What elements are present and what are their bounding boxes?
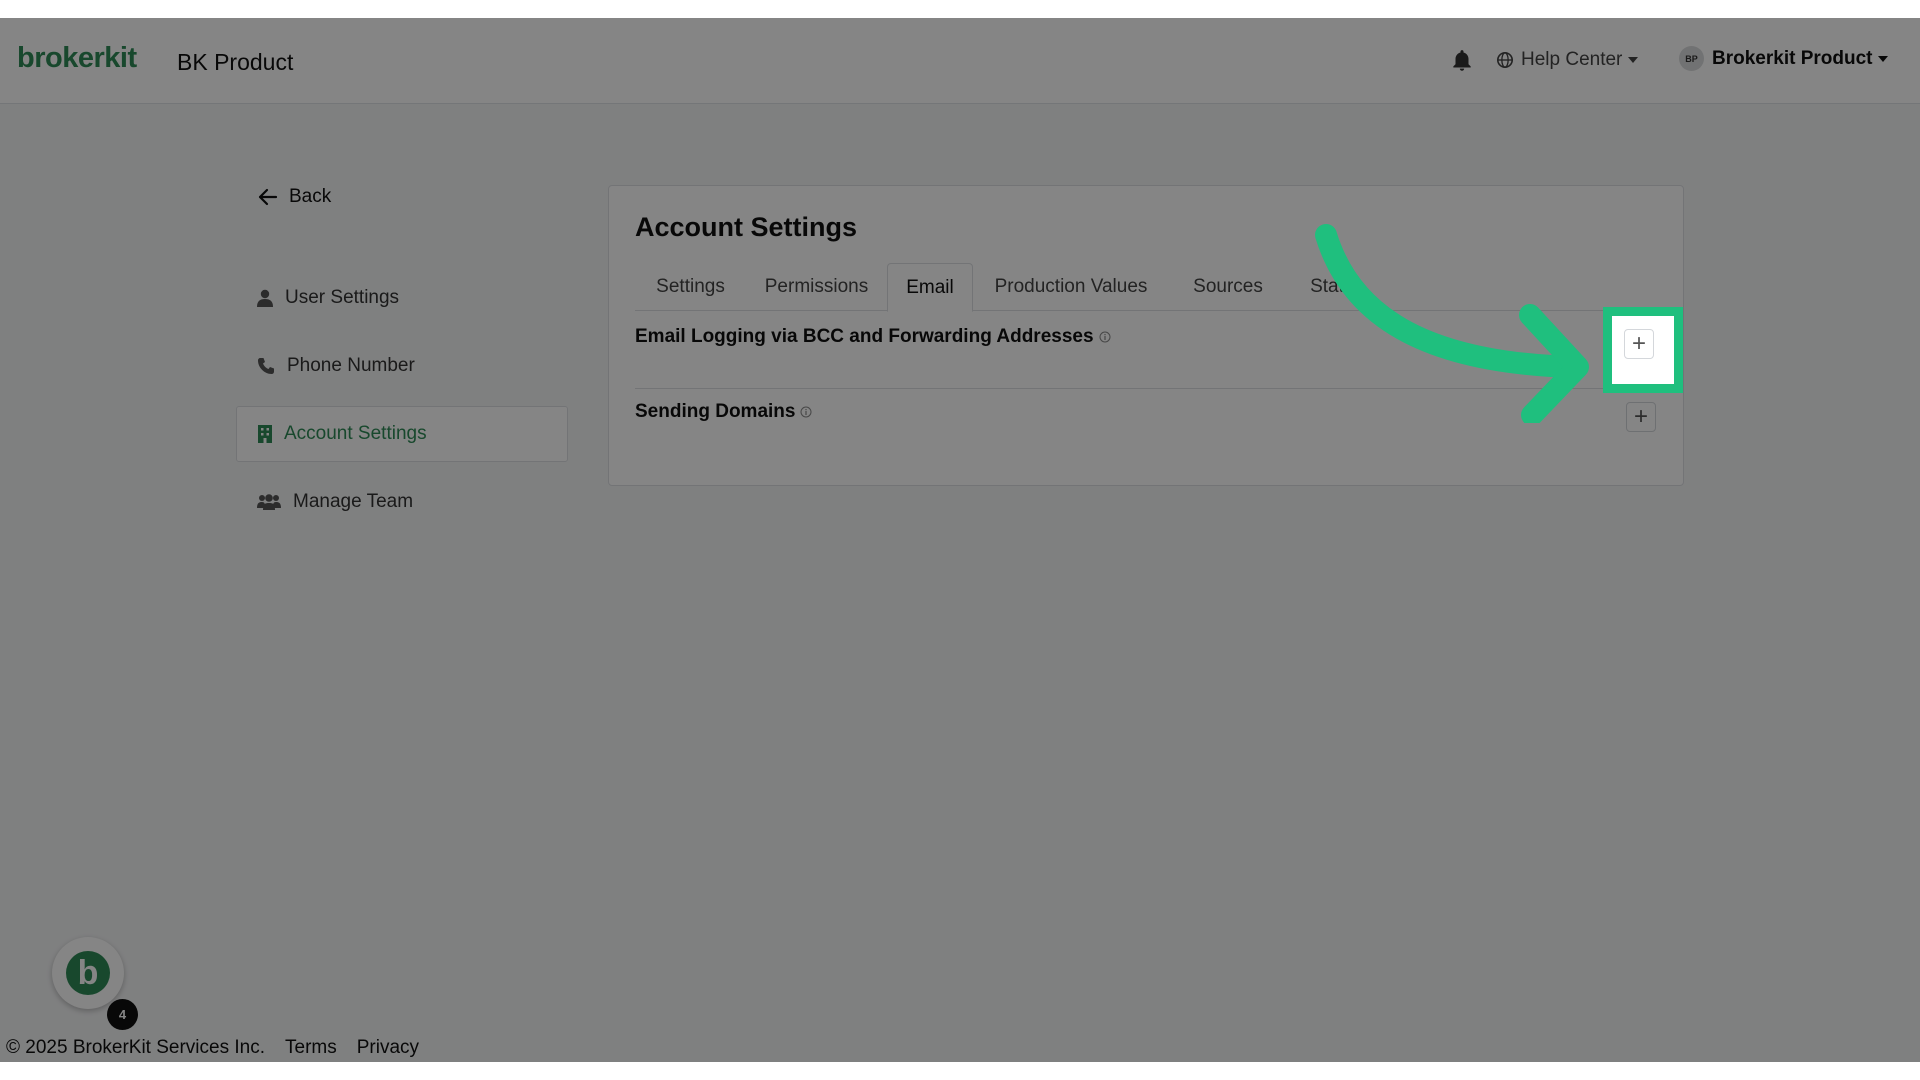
sidebar-item-user-settings[interactable]: User Settings xyxy=(236,270,568,326)
info-icon[interactable] xyxy=(1099,331,1111,343)
section-label: Sending Domains xyxy=(635,401,796,422)
back-label: Back xyxy=(289,186,332,207)
sidebar-item-label: User Settings xyxy=(285,287,400,308)
privacy-link[interactable]: Privacy xyxy=(357,1037,419,1059)
app-screen: brokerkit BK Product Help Center BP Brok… xyxy=(0,18,1920,1062)
chevron-down-icon xyxy=(1628,57,1639,63)
bell-icon[interactable] xyxy=(1449,48,1475,74)
info-icon[interactable] xyxy=(800,406,812,418)
highlight-frame: + xyxy=(1603,307,1683,393)
user-menu[interactable]: BP Brokerkit Product xyxy=(1679,46,1889,71)
help-center-label: Help Center xyxy=(1521,49,1623,70)
sidebar-item-phone-number[interactable]: Phone Number xyxy=(236,338,568,394)
phone-icon xyxy=(258,358,274,374)
globe-icon xyxy=(1496,51,1514,69)
tab-permissions[interactable]: Permissions xyxy=(746,263,887,311)
user-icon xyxy=(257,289,273,307)
section-label: Email Logging via BCC and Forwarding Add… xyxy=(635,326,1094,347)
product-name: BK Product xyxy=(177,49,294,75)
tab-production-values[interactable]: Production Values xyxy=(973,263,1169,311)
notification-badge: 4 xyxy=(107,999,138,1030)
footer: © 2025 BrokerKit Services Inc. Terms Pri… xyxy=(6,1037,419,1059)
tutorial-overlay xyxy=(0,18,1920,1062)
chevron-down-icon xyxy=(1878,55,1889,62)
top-navbar: brokerkit BK Product Help Center BP Brok… xyxy=(0,18,1920,104)
building-icon xyxy=(258,425,272,443)
brokerkit-logo[interactable]: brokerkit xyxy=(17,42,137,75)
sidebar-item-account-settings[interactable]: Account Settings xyxy=(236,406,568,462)
back-link[interactable]: Back xyxy=(258,186,331,208)
sidebar-item-label: Account Settings xyxy=(284,423,427,444)
help-center-dropdown[interactable]: Help Center xyxy=(1496,49,1639,71)
arrow-left-icon xyxy=(258,188,278,206)
sidebar-item-label: Manage Team xyxy=(293,491,414,512)
tab-settings[interactable]: Settings xyxy=(635,263,746,311)
user-name: Brokerkit Product xyxy=(1712,47,1873,69)
add-sending-domain-button[interactable]: + xyxy=(1626,402,1656,432)
avatar: BP xyxy=(1679,46,1704,71)
sidebar-item-manage-team[interactable]: Manage Team xyxy=(236,474,568,530)
chat-logo: b xyxy=(66,951,110,995)
page-title: Account Settings xyxy=(635,212,858,242)
terms-link[interactable]: Terms xyxy=(285,1037,337,1059)
chat-launcher-button[interactable]: b xyxy=(52,937,124,1009)
tab-email[interactable]: Email xyxy=(887,263,973,312)
copyright-text: © 2025 BrokerKit Services Inc. xyxy=(6,1037,265,1058)
users-icon xyxy=(257,494,281,510)
pointer-arrow xyxy=(1315,224,1589,423)
tab-sources[interactable]: Sources xyxy=(1169,263,1287,311)
sidebar-item-label: Phone Number xyxy=(287,355,415,376)
add-email-logging-button[interactable]: + xyxy=(1624,329,1654,359)
